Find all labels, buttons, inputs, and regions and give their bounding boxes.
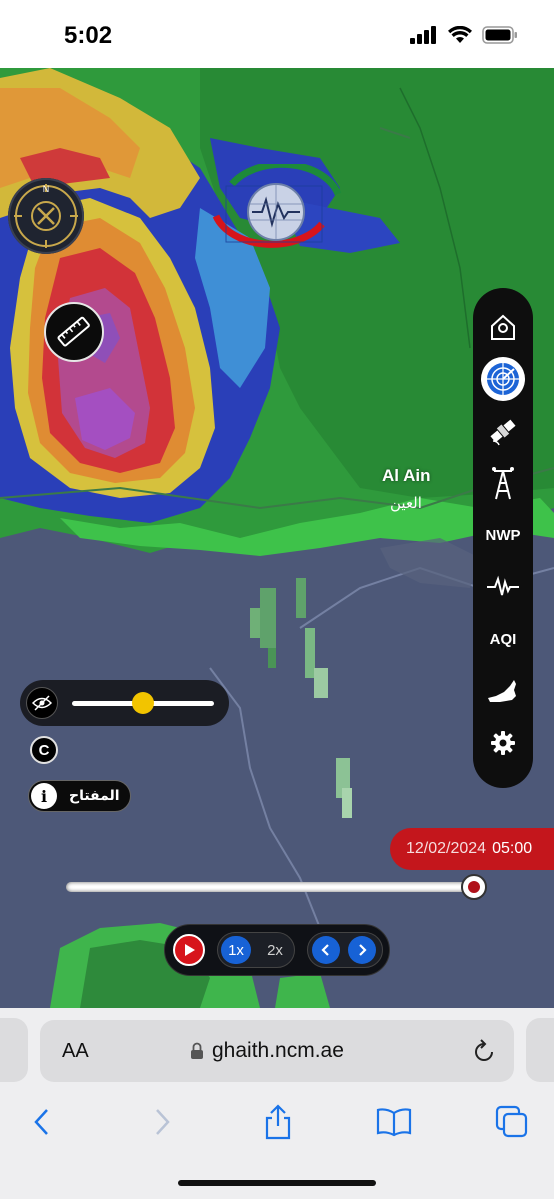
satellite-icon — [490, 419, 516, 446]
measure-tool-button[interactable] — [44, 302, 104, 362]
uae-map-icon — [488, 680, 516, 702]
address-bar[interactable]: AA ghaith.ncm.ae — [40, 1020, 514, 1082]
back-button[interactable] — [20, 1104, 64, 1140]
toolbar-satellite-button[interactable] — [473, 408, 533, 454]
tabs-icon — [495, 1105, 528, 1138]
city-label-ar: العين — [390, 495, 422, 512]
timestamp-badge: 12/02/2024 05:00 — [390, 828, 554, 870]
compass-letter: N — [43, 184, 50, 194]
legend-key-label: المفتاح — [69, 787, 120, 803]
side-toolbar: NWP AQI — [473, 288, 533, 788]
timestamp-time: 05:00 — [492, 840, 533, 857]
timestamp-date: 12/02/2024 — [406, 840, 487, 857]
lock-icon — [191, 1042, 203, 1059]
next-frame-button[interactable] — [348, 936, 376, 964]
text-size-button[interactable]: AA — [62, 1040, 89, 1063]
home-icon — [491, 314, 515, 340]
ncm-logo — [212, 160, 342, 260]
speed-1x-button[interactable]: 1x — [221, 936, 251, 964]
status-time: 5:02 — [64, 22, 113, 49]
playback-controls: 1x 2x — [164, 924, 390, 976]
legend-key-button[interactable]: i المفتاح — [28, 780, 131, 812]
toolbar-settings-button[interactable] — [473, 720, 533, 766]
c-button[interactable]: C — [30, 736, 58, 764]
status-icons — [410, 26, 518, 44]
wifi-icon — [448, 26, 472, 43]
play-icon — [185, 944, 195, 956]
toolbar-home-button[interactable] — [473, 304, 533, 350]
bookmarks-button[interactable] — [372, 1104, 416, 1140]
compass[interactable]: N — [8, 178, 84, 254]
speed-selector: 1x 2x — [217, 932, 295, 968]
timeline-thumb-dot — [468, 881, 480, 893]
info-icon: i — [31, 783, 57, 809]
speed-2x-button[interactable]: 2x — [260, 936, 290, 964]
chevron-left-icon — [34, 1109, 48, 1135]
chevron-right-icon — [359, 944, 367, 956]
forward-button[interactable] — [140, 1104, 184, 1140]
ruler-icon — [57, 316, 90, 347]
tabs-button[interactable] — [490, 1104, 534, 1140]
eye-slash-icon — [32, 695, 52, 711]
status-bar: 5:02 — [0, 0, 554, 68]
gear-icon — [491, 731, 515, 755]
cellular-signal-icon — [410, 26, 436, 44]
previous-frame-button[interactable] — [312, 936, 340, 964]
toolbar-uae-map-button[interactable] — [473, 668, 533, 714]
radar-icon — [487, 363, 519, 395]
reload-icon[interactable] — [472, 1038, 496, 1064]
chevron-right-icon — [156, 1109, 170, 1135]
frame-navigation — [307, 932, 383, 968]
weather-station-icon — [492, 467, 514, 500]
toolbar-nwp-button[interactable]: NWP — [473, 512, 533, 558]
toolbar-seismic-button[interactable] — [473, 564, 533, 610]
previous-tab-preview[interactable] — [0, 1018, 28, 1082]
layer-opacity-control — [20, 680, 229, 726]
share-button[interactable] — [256, 1104, 300, 1140]
toolbar-station-button[interactable] — [473, 460, 533, 506]
book-icon — [376, 1108, 412, 1137]
city-label-en: Al Ain — [382, 466, 431, 485]
toolbar-aqi-button[interactable]: AQI — [473, 616, 533, 662]
battery-icon — [482, 26, 517, 44]
next-tab-preview[interactable] — [526, 1018, 554, 1082]
compass-icon: N — [14, 184, 78, 248]
url-text: ghaith.ncm.ae — [212, 1039, 344, 1062]
home-indicator — [178, 1180, 376, 1186]
chevron-left-icon — [321, 944, 329, 956]
seismic-wave-icon — [487, 575, 519, 596]
globe-logo-icon — [212, 160, 342, 248]
toggle-layer-visibility-button[interactable] — [26, 687, 58, 719]
timeline-track[interactable] — [66, 882, 474, 892]
timeline-thumb[interactable] — [461, 874, 487, 900]
play-button[interactable] — [173, 934, 205, 966]
toolbar-radar-button[interactable] — [473, 356, 533, 402]
share-icon — [265, 1104, 291, 1140]
opacity-slider-thumb[interactable] — [132, 692, 154, 714]
